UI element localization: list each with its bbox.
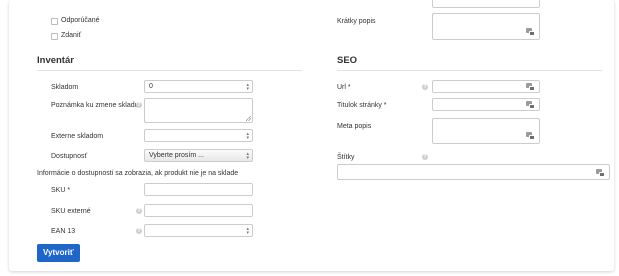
recommended-label: Odporúčané bbox=[61, 17, 100, 24]
sku-external-label: SKU externé bbox=[51, 208, 91, 215]
page-title-label: Titulok stránky * bbox=[337, 102, 387, 109]
create-button[interactable]: Vytvoriť bbox=[37, 244, 80, 262]
short-description-textarea[interactable] bbox=[432, 13, 540, 40]
stock-note-textarea[interactable] bbox=[144, 98, 253, 123]
meta-description-textarea[interactable] bbox=[432, 118, 540, 144]
external-stock-input[interactable]: ▴ ▾ bbox=[144, 129, 253, 142]
ean-label: EAN 13 bbox=[51, 228, 76, 235]
sku-external-input[interactable] bbox=[144, 204, 253, 217]
help-circle-icon[interactable]: ? bbox=[136, 208, 142, 214]
meta-description-label: Meta popis bbox=[337, 123, 372, 130]
top-partial-input[interactable] bbox=[432, 0, 540, 8]
seo-divider bbox=[337, 70, 602, 71]
spinner-arrows-icon[interactable]: ▴ ▾ bbox=[246, 132, 249, 141]
availability-info: Informácie o dostupnosti sa zobrazia, ak… bbox=[37, 170, 239, 177]
translate-icon[interactable] bbox=[526, 101, 535, 109]
sku-label: SKU * bbox=[51, 187, 71, 194]
translate-icon[interactable] bbox=[526, 132, 535, 140]
availability-label: Dostupnosť bbox=[51, 153, 88, 160]
chevron-updown-icon: ▴ ▾ bbox=[246, 151, 249, 161]
help-circle-icon[interactable]: ? bbox=[136, 102, 142, 108]
help-circle-icon[interactable]: ? bbox=[422, 84, 428, 90]
tags-input[interactable] bbox=[337, 164, 610, 180]
stock-input[interactable]: 0 ▴ ▾ bbox=[144, 80, 253, 93]
taxed-label: Zdaniť bbox=[61, 32, 82, 39]
availability-value: Vyberte prosím ... bbox=[149, 152, 204, 159]
spinner-arrows-icon[interactable]: ▴ ▾ bbox=[246, 227, 249, 236]
tags-label: Štítky bbox=[337, 154, 355, 161]
translate-icon[interactable] bbox=[526, 28, 535, 36]
page-title-input[interactable] bbox=[432, 98, 540, 111]
seo-title: SEO bbox=[337, 55, 358, 66]
translate-icon[interactable] bbox=[596, 169, 605, 177]
url-label: Url * bbox=[337, 84, 351, 91]
availability-select[interactable]: Vyberte prosím ... ▴ ▾ bbox=[144, 149, 253, 162]
stock-value: 0 bbox=[149, 83, 153, 90]
recommended-checkbox[interactable] bbox=[51, 18, 58, 25]
ean-input[interactable]: ▴ ▾ bbox=[144, 224, 253, 237]
help-circle-icon[interactable]: ? bbox=[422, 154, 428, 160]
external-stock-label: Externe skladom bbox=[51, 133, 104, 140]
url-input[interactable] bbox=[432, 80, 540, 93]
resize-handle-icon[interactable] bbox=[246, 116, 251, 121]
inventory-title: Inventár bbox=[37, 55, 74, 66]
stock-label: Skladom bbox=[51, 84, 79, 91]
short-description-label: Krátky popis bbox=[337, 18, 376, 25]
spinner-arrows-icon[interactable]: ▴ ▾ bbox=[246, 83, 249, 92]
help-circle-icon[interactable]: ? bbox=[136, 228, 142, 234]
translate-icon[interactable] bbox=[526, 83, 535, 91]
stock-note-label: Poznámka ku zmene skladu bbox=[51, 102, 139, 109]
inventory-divider bbox=[37, 70, 302, 71]
taxed-checkbox[interactable] bbox=[51, 33, 58, 40]
sku-input[interactable] bbox=[144, 183, 253, 196]
